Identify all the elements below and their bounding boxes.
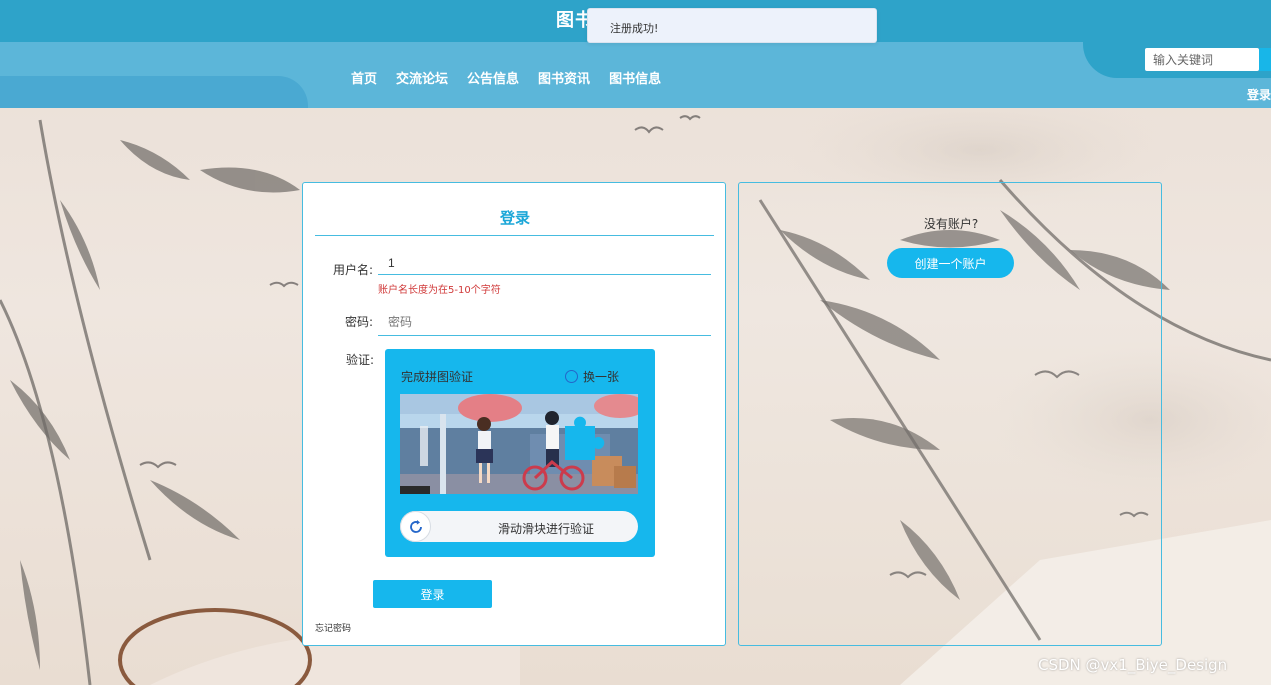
captcha-refresh-button[interactable]: 换一张 [565, 368, 619, 385]
header-login-link[interactable]: 登录 [1247, 86, 1271, 103]
watermark: CSDN @vx1_Biye_Design [1038, 656, 1228, 674]
username-error: 账户名长度为在5-10个字符 [378, 285, 501, 296]
password-field[interactable] [378, 309, 711, 336]
forgot-password-link[interactable]: 忘记密码 [315, 621, 351, 634]
title-divider [315, 235, 714, 236]
login-submit-button[interactable]: 登录 [373, 580, 492, 608]
main-nav: 首页 交流论坛 公告信息 图书资讯 图书信息 [351, 68, 680, 87]
puzzle-captcha: 完成拼图验证 换一张 滑动滑块进行验证 [385, 349, 655, 557]
captcha-label: 验证: [346, 353, 375, 367]
success-toast: 注册成功! [587, 8, 877, 43]
password-label: 密码: [345, 315, 374, 329]
username-label: 用户名: [333, 263, 374, 277]
register-panel: 没有账户? 创建一个账户 [738, 182, 1162, 646]
captcha-slider-track: 滑动滑块进行验证 [400, 511, 638, 542]
captcha-refresh-label: 换一张 [583, 370, 620, 384]
nav-left-decoration [0, 76, 308, 108]
username-field[interactable] [378, 251, 711, 275]
no-account-prompt: 没有账户? [923, 217, 979, 231]
puzzle-illustration [400, 394, 638, 494]
login-panel: 登录 用户名: 账户名长度为在5-10个字符 密码: 验证: 完成拼图验证 换一… [302, 182, 726, 646]
nav-announcements[interactable]: 公告信息 [467, 68, 519, 87]
captcha-puzzle-image [400, 394, 638, 494]
slider-hint: 滑动滑块进行验证 [497, 522, 594, 536]
login-title: 登录 [499, 209, 530, 227]
nav-forum[interactable]: 交流论坛 [396, 68, 448, 87]
nav-book-news[interactable]: 图书资讯 [538, 68, 590, 87]
refresh-icon [565, 370, 578, 383]
search-button[interactable] [1259, 48, 1271, 71]
captcha-title: 完成拼图验证 [401, 370, 474, 384]
search-input[interactable] [1145, 48, 1259, 71]
nav-home[interactable]: 首页 [351, 68, 377, 87]
create-account-button[interactable]: 创建一个账户 [887, 248, 1014, 278]
nav-book-info[interactable]: 图书信息 [609, 68, 661, 87]
